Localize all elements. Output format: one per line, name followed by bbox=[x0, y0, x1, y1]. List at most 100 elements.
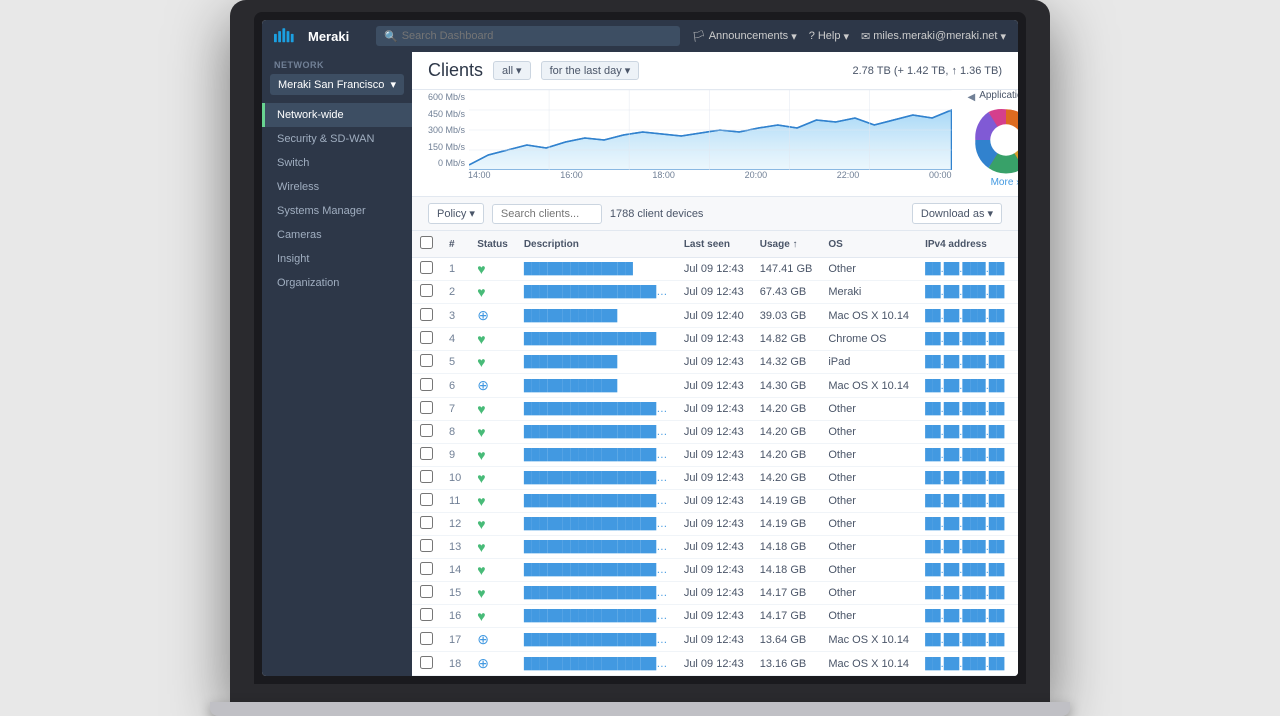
row-description[interactable]: ████████████████████ bbox=[516, 281, 676, 304]
row-num: 3 bbox=[441, 304, 469, 328]
row-last-seen: Jul 09 12:43 bbox=[676, 281, 752, 304]
row-checkbox[interactable] bbox=[412, 444, 441, 467]
flag-icon: 🏳 bbox=[692, 30, 706, 43]
sidebar-item-organization[interactable]: Organization bbox=[262, 271, 412, 295]
sidebar-item-switch[interactable]: Switch bbox=[262, 151, 412, 175]
row-ipv4: ██.██.███.██ bbox=[917, 513, 1012, 536]
sidebar-item-wireless[interactable]: Wireless bbox=[262, 175, 412, 199]
user-chevron: ▾ bbox=[1000, 30, 1006, 43]
row-description[interactable]: ██████████████ bbox=[516, 258, 676, 281]
row-description[interactable]: ████████████████████ bbox=[516, 605, 676, 628]
row-last-seen: Jul 09 12:43 bbox=[676, 490, 752, 513]
row-description[interactable]: ████████████████████ bbox=[516, 582, 676, 605]
announcements-button[interactable]: 🏳 Announcements ▾ bbox=[692, 30, 797, 43]
description-header[interactable]: Description bbox=[516, 231, 676, 258]
row-description[interactable]: ████████████████████ bbox=[516, 536, 676, 559]
status-header[interactable]: Status bbox=[469, 231, 516, 258]
table-header-row: # Status Description Last seen Usage ↑ O… bbox=[412, 231, 1018, 258]
filter-time-button[interactable]: for the last day ▾ bbox=[541, 61, 640, 80]
row-status: ♥ bbox=[469, 605, 516, 628]
row-checkbox[interactable] bbox=[412, 328, 441, 351]
row-os: Mac OS X 10.14 bbox=[820, 304, 917, 328]
row-checkbox[interactable] bbox=[412, 582, 441, 605]
row-description[interactable]: ████████████████████ bbox=[516, 398, 676, 421]
clients-table: # Status Description Last seen Usage ↑ O… bbox=[412, 231, 1018, 676]
row-checkbox[interactable] bbox=[412, 490, 441, 513]
row-description[interactable]: █████████████████ bbox=[516, 328, 676, 351]
search-input[interactable] bbox=[402, 30, 672, 42]
row-os: Chrome OS bbox=[820, 328, 917, 351]
row-checkbox[interactable] bbox=[412, 374, 441, 398]
row-last-seen: Jul 09 12:43 bbox=[676, 559, 752, 582]
search-bar[interactable]: 🔍 bbox=[376, 26, 680, 46]
select-all-checkbox[interactable] bbox=[420, 236, 433, 249]
row-checkbox[interactable] bbox=[412, 398, 441, 421]
more-link[interactable]: More » bbox=[991, 177, 1018, 188]
row-description[interactable]: ████████████████████ bbox=[516, 559, 676, 582]
row-description[interactable]: ████████████ bbox=[516, 374, 676, 398]
row-checkbox[interactable] bbox=[412, 351, 441, 374]
row-last-seen: Jul 09 12:43 bbox=[676, 398, 752, 421]
row-checkbox[interactable] bbox=[412, 467, 441, 490]
usage-header[interactable]: Usage ↑ bbox=[752, 231, 821, 258]
os-header[interactable]: OS bbox=[820, 231, 917, 258]
chart-y-labels: 600 Mb/s 450 Mb/s 300 Mb/s 150 Mb/s 0 Mb… bbox=[428, 90, 465, 170]
search-clients-input[interactable] bbox=[492, 204, 602, 224]
row-description[interactable]: ████████████████████ bbox=[516, 513, 676, 536]
table-row: 10 ♥ ████████████████████ Jul 09 12:43 1… bbox=[412, 467, 1018, 490]
row-checkbox[interactable] bbox=[412, 605, 441, 628]
last-seen-header[interactable]: Last seen bbox=[676, 231, 752, 258]
sidebar-item-insight[interactable]: Insight bbox=[262, 247, 412, 271]
row-description[interactable]: ████████████████████ bbox=[516, 467, 676, 490]
sidebar-item-network-wide[interactable]: Network-wide bbox=[262, 103, 412, 127]
download-button[interactable]: Download as ▾ bbox=[912, 203, 1002, 224]
filter-all-button[interactable]: all ▾ bbox=[493, 61, 531, 80]
sidebar-item-cameras[interactable]: Cameras bbox=[262, 223, 412, 247]
row-os: Meraki bbox=[820, 281, 917, 304]
search-icon: 🔍 bbox=[384, 30, 398, 43]
row-checkbox[interactable] bbox=[412, 281, 441, 304]
policy-header[interactable]: Policy bbox=[1012, 231, 1018, 258]
ipv4-header[interactable]: IPv4 address bbox=[917, 231, 1012, 258]
row-os: Other bbox=[820, 421, 917, 444]
row-description[interactable]: ████████████████████ bbox=[516, 444, 676, 467]
row-ipv4: ██.██.███.██ bbox=[917, 490, 1012, 513]
row-description[interactable]: ████████████████████ bbox=[516, 490, 676, 513]
row-last-seen: Jul 09 12:43 bbox=[676, 536, 752, 559]
row-description[interactable]: ████████████████████ bbox=[516, 628, 676, 652]
row-os: Other bbox=[820, 490, 917, 513]
row-description[interactable]: ████████████████████ bbox=[516, 652, 676, 676]
sidebar-item-systems-manager[interactable]: Systems Manager bbox=[262, 199, 412, 223]
announcements-label: Announcements bbox=[709, 30, 789, 42]
row-checkbox[interactable] bbox=[412, 304, 441, 328]
sidebar-item-security-sd-wan[interactable]: Security & SD-WAN bbox=[262, 127, 412, 151]
row-description[interactable]: ████████████ bbox=[516, 304, 676, 328]
row-checkbox[interactable] bbox=[412, 628, 441, 652]
policy-filter-button[interactable]: Policy ▾ bbox=[428, 203, 484, 224]
row-policy: normal bbox=[1012, 421, 1018, 444]
table-row: 7 ♥ ████████████████████ Jul 09 12:43 14… bbox=[412, 398, 1018, 421]
row-checkbox[interactable] bbox=[412, 652, 441, 676]
row-checkbox[interactable] bbox=[412, 536, 441, 559]
row-checkbox[interactable] bbox=[412, 258, 441, 281]
table-row: 15 ♥ ████████████████████ Jul 09 12:43 1… bbox=[412, 582, 1018, 605]
table-row: 17 ⊕ ████████████████████ Jul 09 12:43 1… bbox=[412, 628, 1018, 652]
chevron-left-icon[interactable]: ◀ bbox=[968, 92, 976, 103]
row-num: 5 bbox=[441, 351, 469, 374]
row-status: ♥ bbox=[469, 421, 516, 444]
row-checkbox[interactable] bbox=[412, 513, 441, 536]
select-all-header[interactable] bbox=[412, 231, 441, 258]
row-description[interactable]: ████████████████████ bbox=[516, 421, 676, 444]
row-last-seen: Jul 09 12:43 bbox=[676, 628, 752, 652]
usage-summary: 2.78 TB (+ 1.42 TB, ↑ 1.36 TB) bbox=[853, 65, 1003, 77]
row-num: 16 bbox=[441, 605, 469, 628]
row-num: 2 bbox=[441, 281, 469, 304]
row-description[interactable]: ████████████ bbox=[516, 351, 676, 374]
row-policy: normal bbox=[1012, 398, 1018, 421]
help-button[interactable]: ? Help ▾ bbox=[809, 30, 849, 43]
row-checkbox[interactable] bbox=[412, 559, 441, 582]
row-checkbox[interactable] bbox=[412, 421, 441, 444]
table-row: 18 ⊕ ████████████████████ Jul 09 12:43 1… bbox=[412, 652, 1018, 676]
network-selector[interactable]: Meraki San Francisco ▾ bbox=[270, 74, 404, 95]
user-menu-button[interactable]: ✉ miles.meraki@meraki.net ▾ bbox=[861, 30, 1006, 43]
